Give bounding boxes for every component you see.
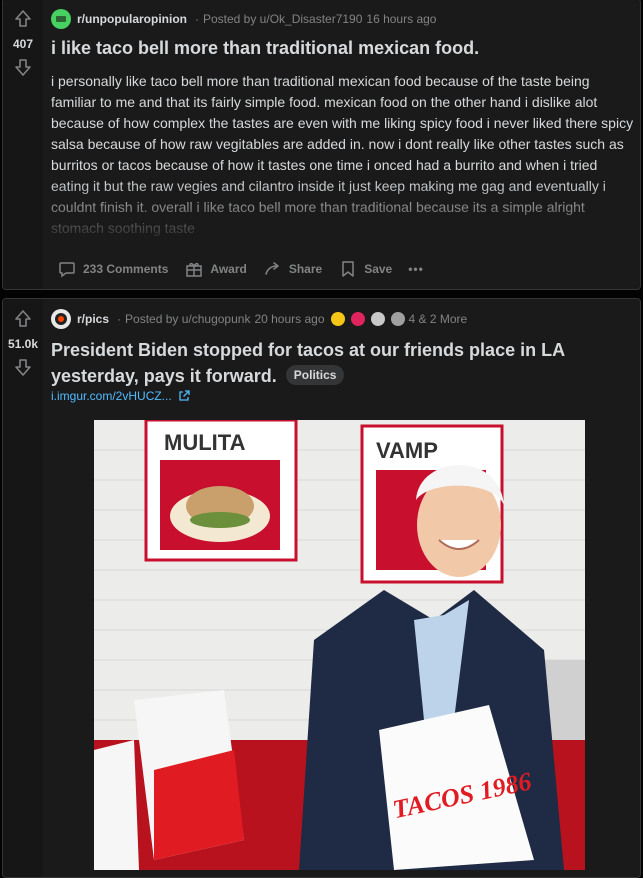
external-link[interactable]: i.imgur.com/2vHUCZ... bbox=[51, 389, 190, 403]
post-meta: r/unpopularopinion · Posted by u/Ok_Disa… bbox=[51, 9, 436, 29]
post-actions: 233 Comments Award Share Save ••• bbox=[51, 255, 434, 283]
posted-by[interactable]: Posted by u/Ok_Disaster7190 bbox=[203, 12, 362, 26]
save-button[interactable]: Save bbox=[332, 255, 398, 283]
subreddit-name[interactable]: r/pics bbox=[77, 312, 109, 326]
downvote-icon[interactable] bbox=[11, 355, 35, 379]
meta-separator: · bbox=[117, 312, 122, 326]
award-icon bbox=[330, 312, 345, 326]
award-icon bbox=[370, 312, 385, 326]
more-options-button[interactable]: ••• bbox=[402, 258, 430, 280]
external-link-icon bbox=[179, 390, 190, 401]
awards-more: 4 & 2 More bbox=[408, 312, 468, 326]
award-button[interactable]: Award bbox=[178, 255, 252, 283]
vote-count: 51.0k bbox=[7, 337, 39, 351]
post-image[interactable]: MULITA VAMP TACOS 1986 bbox=[94, 420, 585, 870]
upvote-icon[interactable] bbox=[11, 307, 35, 331]
post-time: 16 hours ago bbox=[366, 12, 437, 26]
sign-right-text: VAMP bbox=[376, 438, 438, 463]
save-label: Save bbox=[364, 262, 393, 276]
meta-separator: · bbox=[194, 12, 199, 26]
link-text[interactable]: i.imgur.com/2vHUCZ... bbox=[51, 389, 172, 403]
share-icon bbox=[265, 262, 279, 275]
bookmark-icon bbox=[342, 261, 354, 277]
post-body: i personally like taco bell more than tr… bbox=[51, 73, 634, 236]
posted-by[interactable]: Posted by u/chugopunk bbox=[125, 312, 250, 326]
more-options-icon: ••• bbox=[408, 262, 424, 276]
subreddit-name[interactable]: r/unpopularopinion bbox=[77, 12, 187, 26]
post-card[interactable]: 407 r/unpopularopinion · Posted by u/Ok_… bbox=[2, 0, 641, 290]
post-title[interactable]: i like taco bell more than traditional m… bbox=[51, 35, 479, 61]
sign-left-text: MULITA bbox=[164, 430, 246, 455]
downvote-icon[interactable] bbox=[11, 55, 35, 79]
awards-row[interactable]: 4 & 2 More bbox=[330, 312, 468, 326]
upvote-icon[interactable] bbox=[11, 7, 35, 31]
award-label: Award bbox=[210, 262, 247, 276]
subreddit-icon[interactable] bbox=[51, 309, 71, 329]
gift-icon bbox=[186, 262, 203, 277]
post-time: 20 hours ago bbox=[254, 312, 325, 326]
comments-label: 233 Comments bbox=[83, 262, 169, 276]
vote-count: 407 bbox=[12, 37, 34, 51]
comments-button[interactable]: 233 Comments bbox=[51, 255, 174, 283]
post-meta: r/pics · Posted by u/chugopunk 20 hours … bbox=[51, 309, 467, 329]
comment-icon bbox=[59, 262, 75, 278]
award-icon bbox=[350, 312, 365, 326]
subreddit-icon[interactable] bbox=[51, 9, 71, 29]
share-label: Share bbox=[288, 262, 323, 276]
vote-column: 407 bbox=[3, 0, 43, 289]
post-title[interactable]: President Biden stopped for tacos at our… bbox=[51, 337, 635, 389]
share-button[interactable]: Share bbox=[257, 255, 328, 283]
flair-badge[interactable]: Politics bbox=[285, 365, 345, 386]
vote-column: 51.0k bbox=[3, 299, 43, 877]
award-icon bbox=[390, 312, 405, 326]
